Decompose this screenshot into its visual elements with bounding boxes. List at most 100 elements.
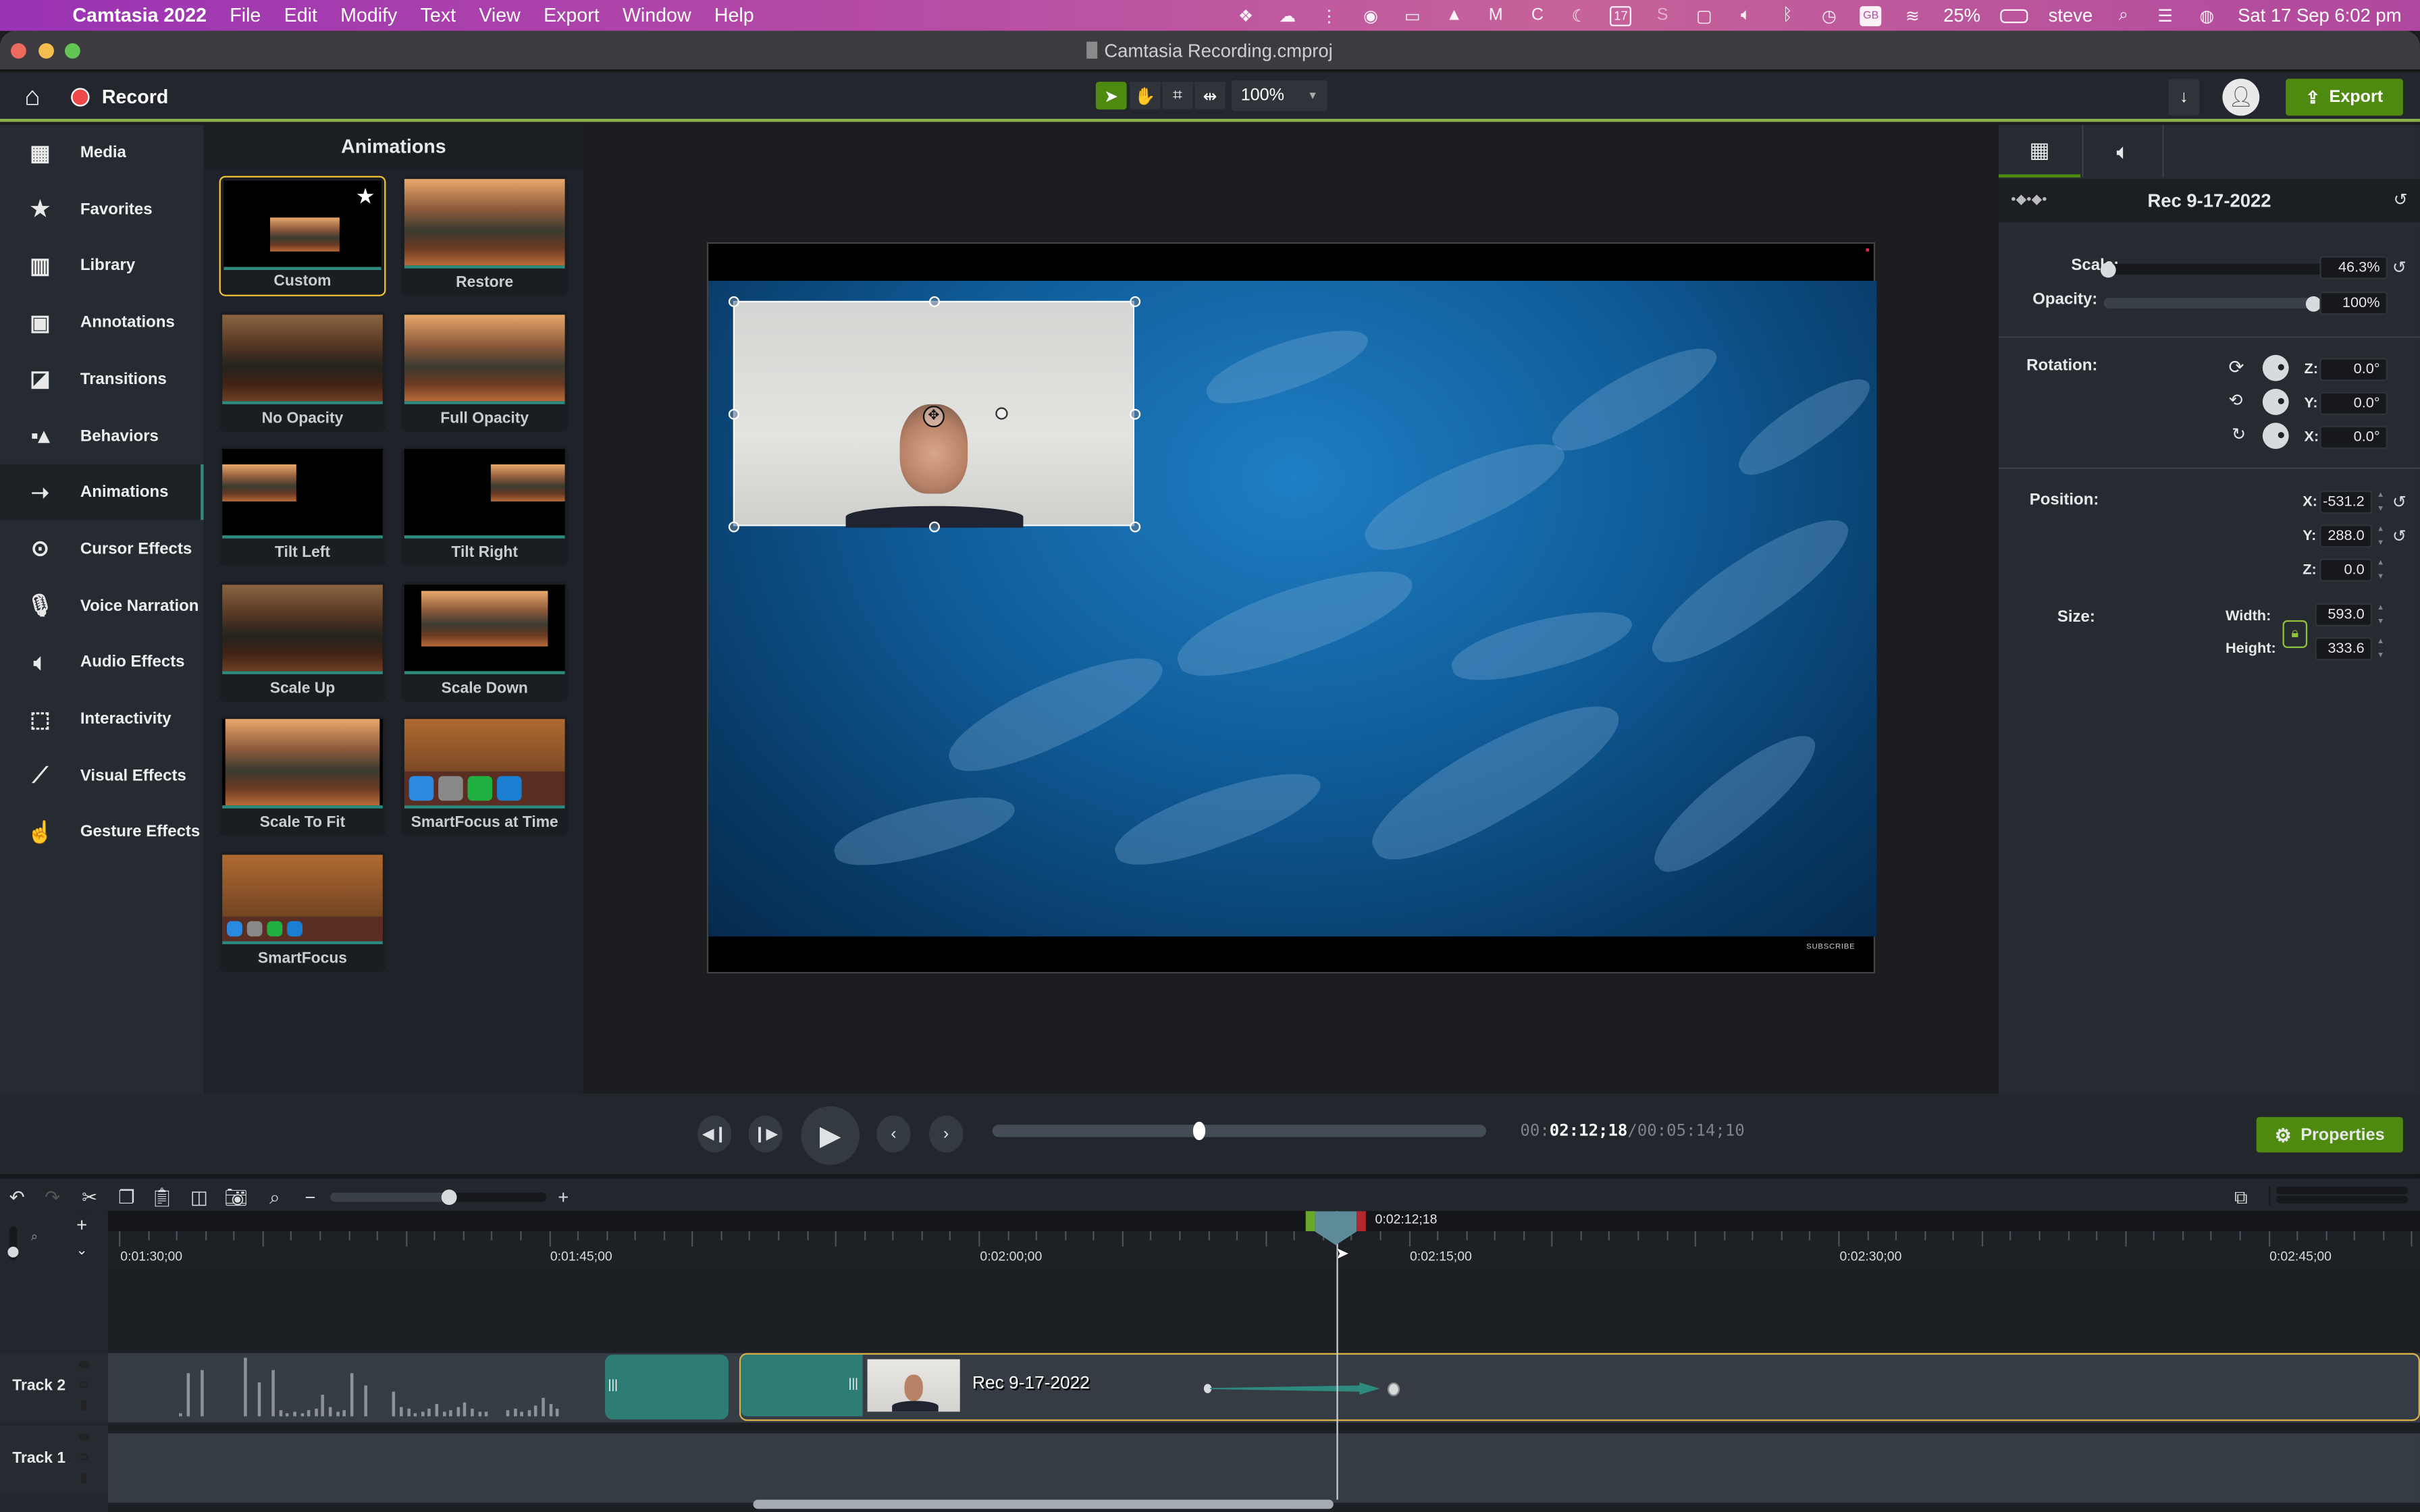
menu-app-name[interactable]: Camtasia 2022: [72, 5, 207, 26]
next-marker-button[interactable]: ›: [928, 1115, 964, 1153]
position-y-stepper[interactable]: ▲ ▼: [2375, 524, 2386, 547]
record-icon[interactable]: ◉: [1360, 5, 1382, 25]
resize-handle[interactable]: [1130, 296, 1141, 307]
properties-button[interactable]: ⚙ Properties: [2256, 1116, 2403, 1153]
scale-reset-icon[interactable]: ↺: [2392, 258, 2406, 277]
resize-handle[interactable]: [928, 296, 940, 307]
add-track-button[interactable]: +: [69, 1214, 95, 1238]
record-button[interactable]: Record: [71, 80, 168, 114]
position-z-stepper[interactable]: ▲ ▼: [2375, 558, 2386, 581]
calendar-icon[interactable]: 17: [1610, 5, 1632, 26]
width-stepper[interactable]: ▲ ▼: [2375, 603, 2386, 626]
sidebar-item-interactivity[interactable]: ⬚ Interactivity: [0, 691, 204, 747]
step-forward-button[interactable]: ❙▶: [748, 1115, 783, 1153]
sidebar-item-animations[interactable]: ➝ Animations: [0, 464, 204, 520]
export-button[interactable]: ⇪ Export: [2286, 78, 2403, 116]
snapshot-button[interactable]: 📷︎: [221, 1185, 252, 1210]
sidebar-item-behaviors[interactable]: ▪▴ Behaviors: [0, 408, 204, 464]
menu-file[interactable]: File: [230, 5, 261, 26]
playhead-in-marker[interactable]: [1305, 1211, 1315, 1231]
animation-tile-smartfocus-at-time[interactable]: SmartFocus at Time: [401, 716, 569, 836]
cut-button[interactable]: ✂: [74, 1185, 105, 1210]
home-button[interactable]: ⌂: [16, 80, 49, 114]
position-y-input[interactable]: 288.0: [2319, 524, 2373, 548]
account-button[interactable]: 👤︎: [2222, 78, 2260, 116]
scale-slider-thumb[interactable]: [2101, 261, 2116, 277]
timeline-zoom-slider[interactable]: [330, 1189, 547, 1206]
visibility-icon[interactable]: ⬬: [79, 1430, 90, 1446]
malwarebytes-icon[interactable]: M: [1485, 5, 1506, 26]
animation-tile-full-opacity[interactable]: Full Opacity: [401, 310, 569, 431]
audio-properties-tab[interactable]: 🔈︎: [2082, 125, 2164, 178]
track-2-lane[interactable]: ||| ||| Rec 9-17-2022: [107, 1353, 2420, 1423]
control-center-icon[interactable]: ☰: [2155, 5, 2176, 25]
rotation-z-dial[interactable]: [2262, 354, 2289, 381]
bartender-icon[interactable]: ⋮: [1318, 5, 1340, 25]
reset-all-icon[interactable]: ↺: [2394, 190, 2408, 209]
rotation-y-input[interactable]: 0.0°: [2319, 392, 2388, 415]
resize-handle[interactable]: [1130, 408, 1141, 420]
previous-marker-button[interactable]: ‹: [876, 1115, 911, 1153]
fit-tool-button[interactable]: ⇹: [1194, 82, 1226, 110]
zoom-search-button[interactable]: ⌕: [259, 1185, 290, 1210]
play-button[interactable]: ▶: [801, 1106, 860, 1165]
scale-slider[interactable]: [2101, 261, 2344, 277]
favorite-star-icon[interactable]: ★: [356, 184, 375, 210]
position-y-reset-icon[interactable]: ↺: [2392, 526, 2406, 546]
keyboard-gb-icon[interactable]: GB: [1860, 5, 1882, 26]
track-height-slider[interactable]: [7, 1226, 19, 1261]
menu-window[interactable]: Window: [623, 5, 691, 26]
visibility-icon[interactable]: ⬬: [79, 1357, 90, 1373]
position-x-stepper[interactable]: ▲ ▼: [2375, 491, 2386, 514]
zoom-in-button[interactable]: +: [548, 1185, 579, 1210]
dropbox-icon[interactable]: ❖: [1235, 5, 1257, 25]
c-icon[interactable]: C: [1527, 5, 1548, 26]
track-1-lane[interactable]: [107, 1433, 2420, 1503]
rotation-handle[interactable]: [995, 407, 1008, 420]
menu-view[interactable]: View: [479, 5, 520, 26]
bluetooth-icon[interactable]: ᛒ: [1777, 5, 1798, 26]
user-name[interactable]: steve: [2049, 5, 2093, 26]
scrubber[interactable]: [992, 1121, 1487, 1141]
timeline-zoom-thumb[interactable]: [441, 1189, 457, 1206]
animation-tile-scale-to-fit[interactable]: Scale To Fit: [219, 716, 386, 836]
lock-icon[interactable]: ▮: [80, 1470, 87, 1484]
sidebar-item-library[interactable]: ▥ Library: [0, 238, 204, 294]
moon-icon[interactable]: ☾: [1569, 5, 1590, 25]
resize-handle[interactable]: [728, 408, 739, 420]
select-tool-button[interactable]: ➤: [1095, 82, 1127, 110]
preview-canvas[interactable]: ✥ SUBSCRIBE: [706, 242, 1880, 974]
animation-arrow[interactable]: [1203, 1381, 1400, 1396]
rotation-x-dial[interactable]: [2262, 423, 2289, 450]
menu-edit[interactable]: Edit: [284, 5, 317, 26]
track-options-button[interactable]: ⌄: [69, 1239, 95, 1262]
playhead-handle[interactable]: [1305, 1211, 1367, 1245]
sidebar-item-gesture-effects[interactable]: ☝ Gesture Effects: [0, 805, 204, 860]
width-input[interactable]: 593.0: [2315, 603, 2373, 626]
sidebar-item-media[interactable]: ▦ Media: [0, 125, 204, 180]
menu-text[interactable]: Text: [421, 5, 456, 26]
sidebar-item-visual-effects[interactable]: ⟋ Visual Effects: [0, 748, 204, 803]
animation-tile-scale-down[interactable]: Scale Down: [401, 580, 569, 701]
crop-tool-button[interactable]: ⌗: [1162, 82, 1193, 110]
opacity-slider-thumb[interactable]: [2305, 295, 2321, 311]
resize-handle[interactable]: [728, 521, 739, 533]
undo-button[interactable]: ↶: [1, 1185, 32, 1210]
sidebar-item-transitions[interactable]: ◪ Transitions: [0, 352, 204, 407]
menu-help[interactable]: Help: [714, 5, 754, 26]
playhead-out-marker[interactable]: [1357, 1211, 1366, 1231]
sidebar-item-audio-effects[interactable]: 🔈︎ Audio Effects: [0, 634, 204, 690]
time-machine-icon[interactable]: ◷: [1818, 5, 1840, 25]
sidebar-item-favorites[interactable]: ★ Favorites: [0, 182, 204, 237]
resize-handle[interactable]: [1130, 521, 1141, 533]
menu-modify[interactable]: Modify: [340, 5, 397, 26]
sidebar-item-voice-narration[interactable]: 🎙︎ Voice Narration: [0, 578, 204, 633]
position-x-reset-icon[interactable]: ↺: [2392, 492, 2406, 512]
animation-tile-restore[interactable]: Restore: [401, 176, 569, 296]
zoom-out-button[interactable]: −: [295, 1185, 326, 1210]
rotation-x-input[interactable]: 0.0°: [2319, 425, 2388, 450]
spotlight-icon[interactable]: ⌕: [2113, 5, 2134, 26]
resize-handle[interactable]: [728, 296, 739, 307]
canvas-zoom-dropdown[interactable]: 100% ▼: [1231, 80, 1327, 111]
webcam-clip-selected[interactable]: ✥: [728, 296, 1141, 533]
